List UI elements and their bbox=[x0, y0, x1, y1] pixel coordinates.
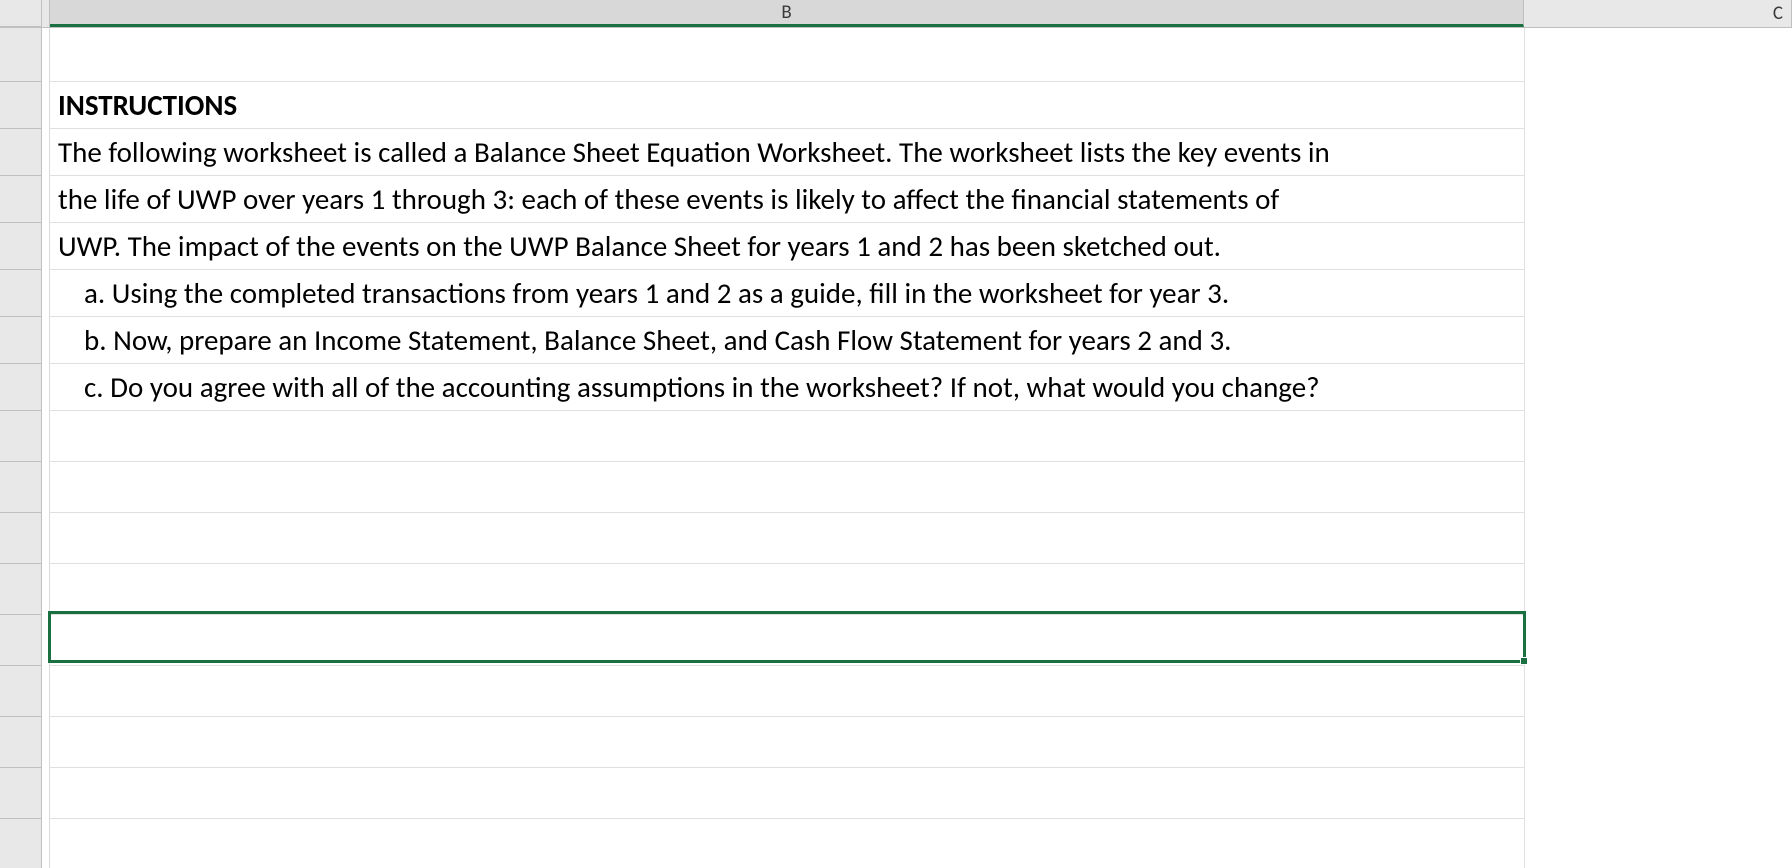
column-header-a[interactable] bbox=[42, 0, 50, 27]
cell-b5[interactable]: UWP. The impact of the events on the UWP… bbox=[50, 223, 1524, 270]
column-header-b[interactable]: B bbox=[50, 0, 1524, 27]
cell-b10[interactable] bbox=[50, 462, 1524, 513]
row-header-column bbox=[0, 28, 42, 868]
column-b-cells: INSTRUCTIONS The following worksheet is … bbox=[50, 28, 1524, 868]
row-header-8[interactable] bbox=[0, 364, 41, 411]
row-header-10[interactable] bbox=[0, 462, 41, 513]
spreadsheet-grid: B C I bbox=[0, 0, 1792, 868]
cells-area[interactable]: INSTRUCTIONS The following worksheet is … bbox=[42, 28, 1792, 868]
cell-b12[interactable] bbox=[50, 564, 1524, 615]
cell-b7-item-b[interactable]: b. Now, prepare an Income Statement, Bal… bbox=[50, 317, 1524, 364]
row-header-15[interactable] bbox=[0, 717, 41, 768]
column-a-strip bbox=[42, 28, 50, 868]
row-header-2[interactable] bbox=[0, 82, 41, 129]
cell-b15[interactable] bbox=[50, 717, 1524, 768]
cell-b16[interactable] bbox=[50, 768, 1524, 819]
row-header-4[interactable] bbox=[0, 176, 41, 223]
row-header-16[interactable] bbox=[0, 768, 41, 819]
cell-b9[interactable] bbox=[50, 411, 1524, 462]
cell-b11[interactable] bbox=[50, 513, 1524, 564]
grid-body: INSTRUCTIONS The following worksheet is … bbox=[0, 28, 1792, 868]
column-divider-bc bbox=[1524, 28, 1525, 868]
row-header-6[interactable] bbox=[0, 270, 41, 317]
row-header-13[interactable] bbox=[0, 615, 41, 666]
cell-b14[interactable] bbox=[50, 666, 1524, 717]
cell-b2-instructions-title[interactable]: INSTRUCTIONS bbox=[50, 82, 1524, 129]
row-header-5[interactable] bbox=[0, 223, 41, 270]
row-header-1[interactable] bbox=[0, 28, 41, 82]
select-all-corner[interactable] bbox=[0, 0, 42, 27]
cell-b1[interactable] bbox=[50, 28, 1524, 82]
row-header-3[interactable] bbox=[0, 129, 41, 176]
column-header-c[interactable]: C bbox=[1524, 0, 1792, 27]
cell-b8-item-c[interactable]: c. Do you agree with all of the accounti… bbox=[50, 364, 1524, 411]
cell-b4[interactable]: the life of UWP over years 1 through 3: … bbox=[50, 176, 1524, 223]
cell-b3[interactable]: The following worksheet is called a Bala… bbox=[50, 129, 1524, 176]
cell-b6-item-a[interactable]: a. Using the completed transactions from… bbox=[50, 270, 1524, 317]
row-header-12[interactable] bbox=[0, 564, 41, 615]
row-header-14[interactable] bbox=[0, 666, 41, 717]
row-header-9[interactable] bbox=[0, 411, 41, 462]
row-header-7[interactable] bbox=[0, 317, 41, 364]
column-header-row: B C bbox=[0, 0, 1792, 28]
cell-b13[interactable] bbox=[50, 615, 1524, 666]
row-header-11[interactable] bbox=[0, 513, 41, 564]
